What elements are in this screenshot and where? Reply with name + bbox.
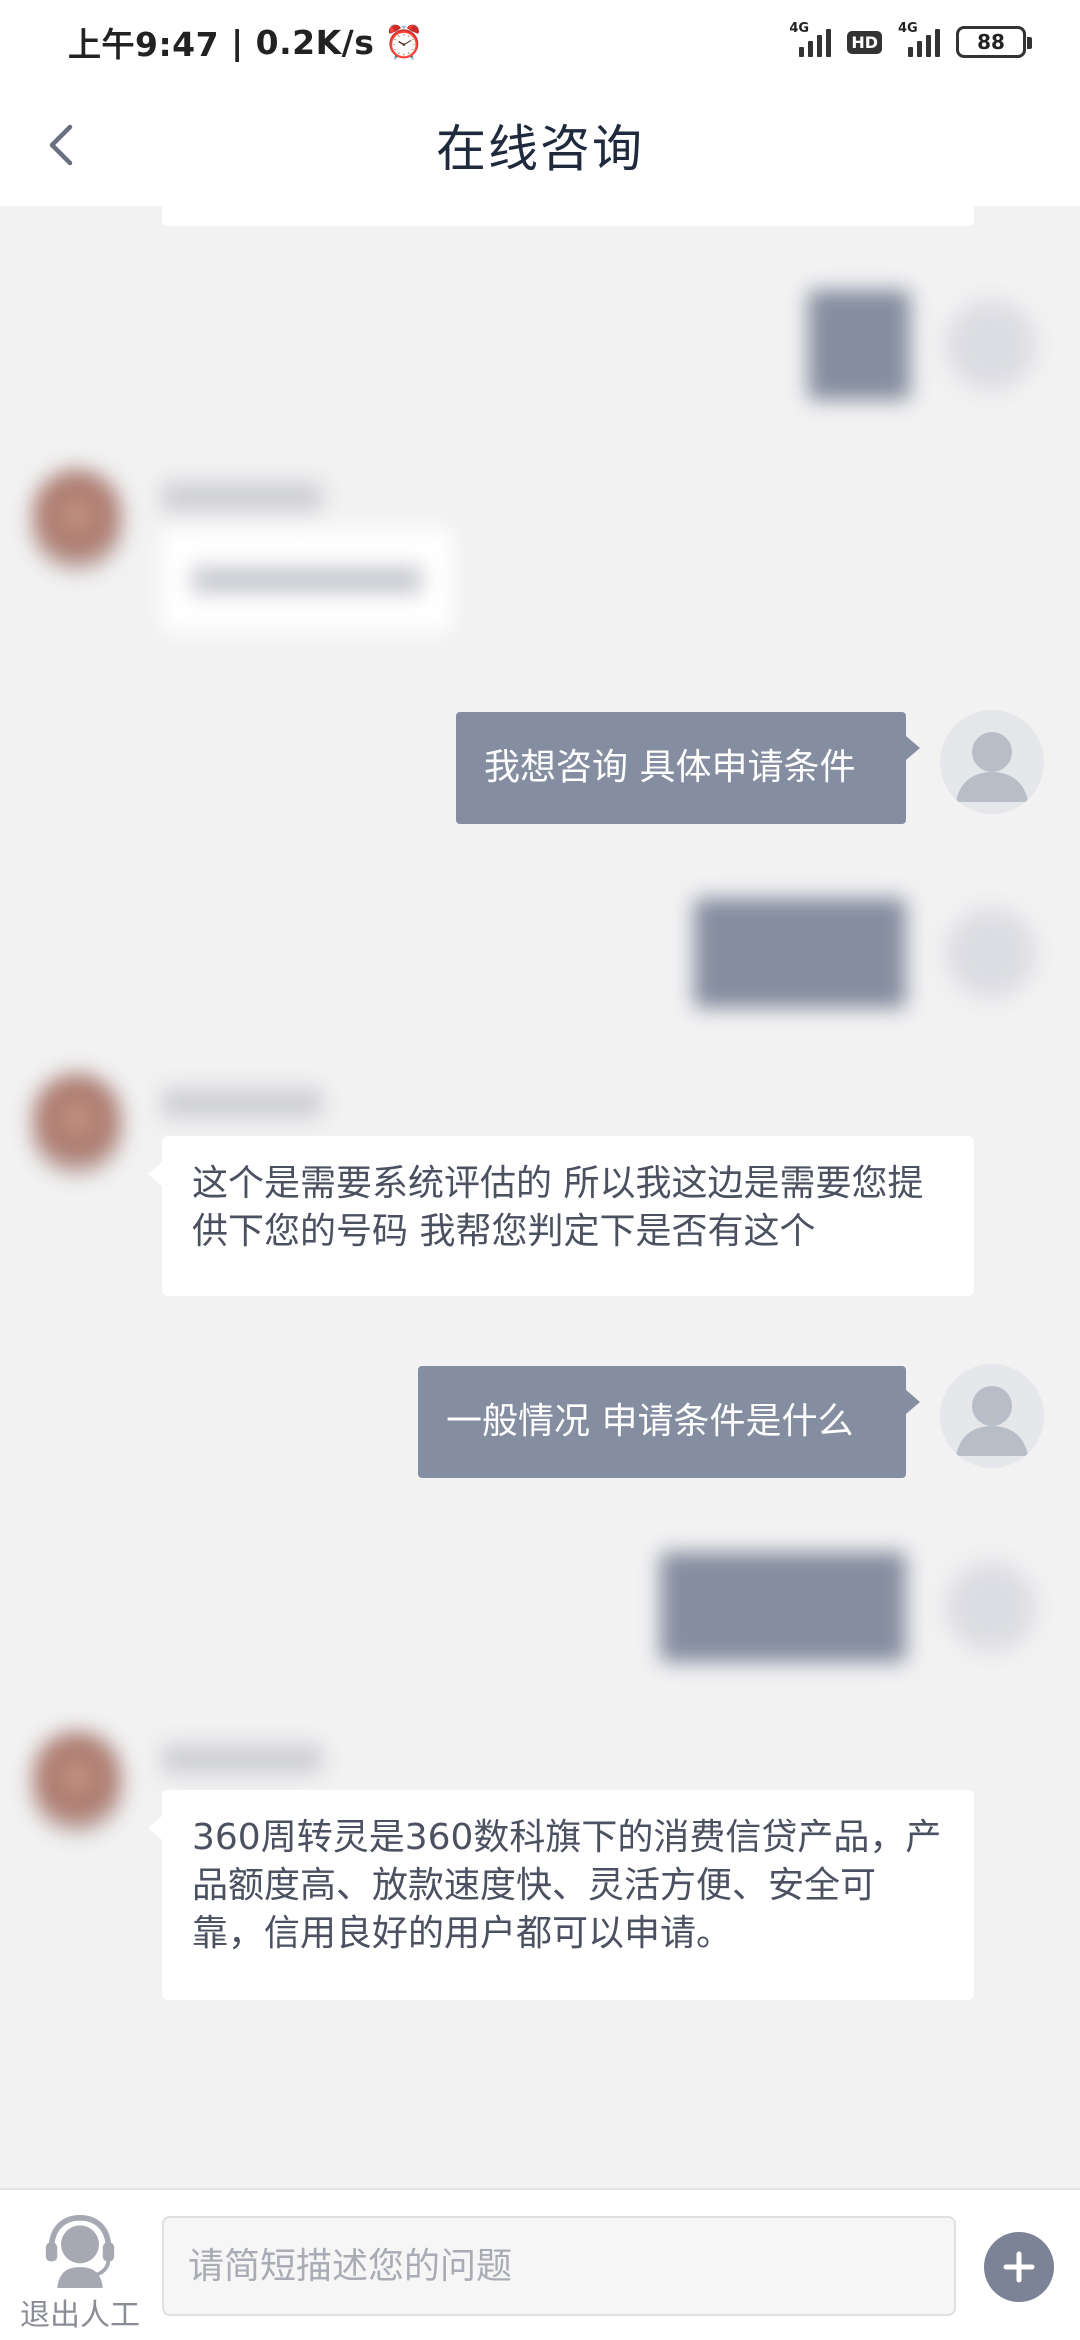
page-title: 在线咨询 (436, 120, 644, 178)
message-agent-clipped (162, 206, 974, 226)
status-net-speed: 0.2K/s (255, 22, 375, 62)
message-text: 一般情况 申请条件是什么 (446, 1401, 854, 1442)
message-text: 360周转灵是360数科旗下的消费信贷产品，产品额度高、放款速度快、灵活方便、安… (192, 1817, 942, 1954)
headset-agent-icon (45, 2214, 115, 2288)
message-user: 我想咨询 具体申请条件 (456, 712, 920, 824)
battery-icon: 88 (956, 26, 1032, 58)
alarm-clock-icon: ⏰ (384, 23, 425, 61)
message-input[interactable] (162, 2216, 956, 2316)
signal-icon-2: 4G (898, 21, 940, 57)
message-text: 我想咨询 具体申请条件 (484, 747, 856, 788)
message-text: 这个是需要系统评估的 所以我这边是需要您提供下您的号码 我帮您判定下是否有这个 (192, 1163, 924, 1252)
person-icon (956, 732, 1028, 802)
status-right: 4G HD 4G 88 (789, 21, 1032, 58)
header: 在线咨询 (0, 84, 1080, 206)
message-user: 一般情况 申请条件是什么 (418, 1366, 920, 1478)
user-avatar (940, 710, 1044, 814)
exit-human-label: 退出人工 (20, 2298, 140, 2333)
user-avatar (940, 1364, 1044, 1468)
message-agent: 这个是需要系统评估的 所以我这边是需要您提供下您的号码 我帮您判定下是否有这个 (148, 1136, 974, 1296)
status-bar: 上午9:47 | 0.2K/s ⏰ 4G HD 4G 88 (0, 0, 1080, 84)
chevron-left-icon (49, 124, 73, 166)
message-agent: 360周转灵是360数科旗下的消费信贷产品，产品额度高、放款速度快、灵活方便、安… (148, 1790, 974, 2000)
bottom-bar: 退出人工 (0, 2188, 1080, 2340)
hd-badge: HD (847, 30, 882, 54)
status-time: 上午9:47 (68, 25, 220, 64)
status-left: 上午9:47 | 0.2K/s ⏰ (68, 18, 425, 66)
plus-icon (1003, 2251, 1035, 2283)
back-button[interactable] (26, 110, 96, 180)
chat-area[interactable]: 我想咨询 具体申请条件 这个是需要系统评估的 所以我这边是需要您提供下您的号码 … (0, 206, 1080, 2188)
battery-level: 88 (977, 30, 1005, 54)
plus-button[interactable] (984, 2232, 1054, 2302)
exit-human-button[interactable]: 退出人工 (10, 2214, 150, 2334)
signal-icon: 4G (789, 21, 832, 57)
person-icon (956, 1386, 1028, 1456)
